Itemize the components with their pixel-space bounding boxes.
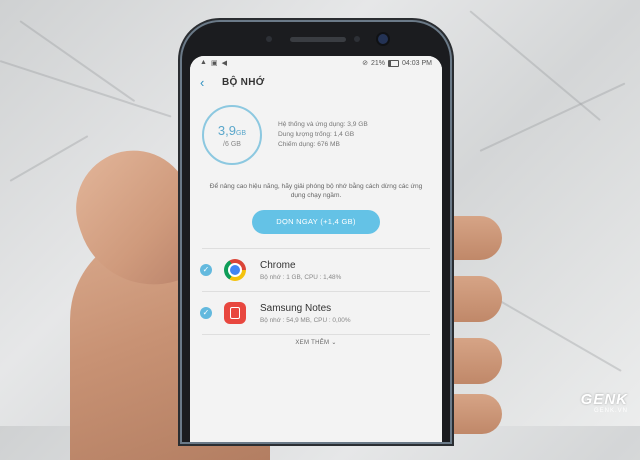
memory-total: /6 GB <box>223 141 241 148</box>
battery-icon <box>388 59 400 67</box>
see-more-label: XEM THÊM <box>295 340 330 346</box>
memory-summary: 3,9GB /6 GB Hệ thống và ứng dụng: 3,9 GB… <box>190 94 442 170</box>
memory-ring: 3,9GB /6 GB <box>202 105 262 165</box>
watermark-logo: GENK <box>580 391 628 408</box>
notification-icon: ▲ <box>200 59 207 66</box>
app-name: Chrome <box>260 259 296 271</box>
clock: 04:03 PM <box>402 59 432 67</box>
app-name: Samsung Notes <box>260 302 332 314</box>
status-bar: ▲ ▣ ◀ ⊘ 21% 04:03 PM <box>190 56 442 70</box>
memory-stats: Hệ thống và ứng dụng: 3,9 GB Dung lượng … <box>278 120 368 150</box>
app-list: ✓ Chrome Bộ nhớ : 1 GB, CPU : 1,48% ✓ Sa… <box>190 248 442 346</box>
watermark-url: GENK.VN <box>593 408 628 414</box>
page-title: BỘ NHỚ <box>222 76 265 88</box>
list-item-samsung-notes[interactable]: ✓ Samsung Notes Bộ nhớ : 54,9 MB, CPU : … <box>190 292 442 334</box>
see-more-button[interactable]: XEM THÊM ⌄ <box>190 339 442 346</box>
checkbox-samsung-notes[interactable]: ✓ <box>200 307 212 319</box>
stat-occupied: Chiếm dụng: 676 MB <box>278 141 340 148</box>
screen: ▲ ▣ ◀ ⊘ 21% 04:03 PM ‹ BỘ NHỚ 3,9GB /6 G… <box>190 56 442 442</box>
memory-used-value: 3,9 <box>217 123 236 138</box>
stat-system-apps: Hệ thống và ứng dụng: 3,9 GB <box>278 121 368 128</box>
chrome-icon <box>224 259 246 281</box>
media-icon: ▣ <box>210 60 218 67</box>
proximity-sensor <box>354 36 360 42</box>
sensor-icon <box>266 36 272 42</box>
memory-used: 3,9GB <box>204 123 260 138</box>
list-item-chrome[interactable]: ✓ Chrome Bộ nhớ : 1 GB, CPU : 1,48% <box>190 249 442 291</box>
clean-now-button[interactable]: DỌN NGAY (+1,4 GB) <box>252 210 380 234</box>
volume-icon: ◀ <box>221 60 227 67</box>
back-arrow-icon[interactable]: ‹ <box>200 75 214 90</box>
phone-bezel <box>182 22 450 56</box>
checkbox-chrome[interactable]: ✓ <box>200 264 212 276</box>
watermark: GENK GENK.VN <box>581 391 628 414</box>
stat-free: Dung lượng trống: 1,4 GB <box>278 131 355 138</box>
hint-text: Để nâng cao hiệu năng, hãy giải phóng bộ… <box>209 183 423 199</box>
app-bar: ‹ BỘ NHỚ <box>190 70 442 94</box>
front-camera <box>378 34 388 44</box>
app-usage: Bộ nhớ : 1 GB, CPU : 1,48% <box>260 273 342 281</box>
chevron-down-icon: ⌄ <box>331 340 337 346</box>
app-usage: Bộ nhớ : 54,9 MB, CPU : 0,00% <box>260 316 351 324</box>
phone: ▲ ▣ ◀ ⊘ 21% 04:03 PM ‹ BỘ NHỚ 3,9GB /6 G… <box>182 22 450 442</box>
samsung-notes-icon <box>224 302 246 324</box>
battery-percent: 21% <box>371 59 386 67</box>
memory-used-unit: GB <box>235 130 247 137</box>
mute-icon: ⊘ <box>362 60 369 67</box>
earpiece-speaker <box>290 37 346 42</box>
divider <box>202 334 430 335</box>
